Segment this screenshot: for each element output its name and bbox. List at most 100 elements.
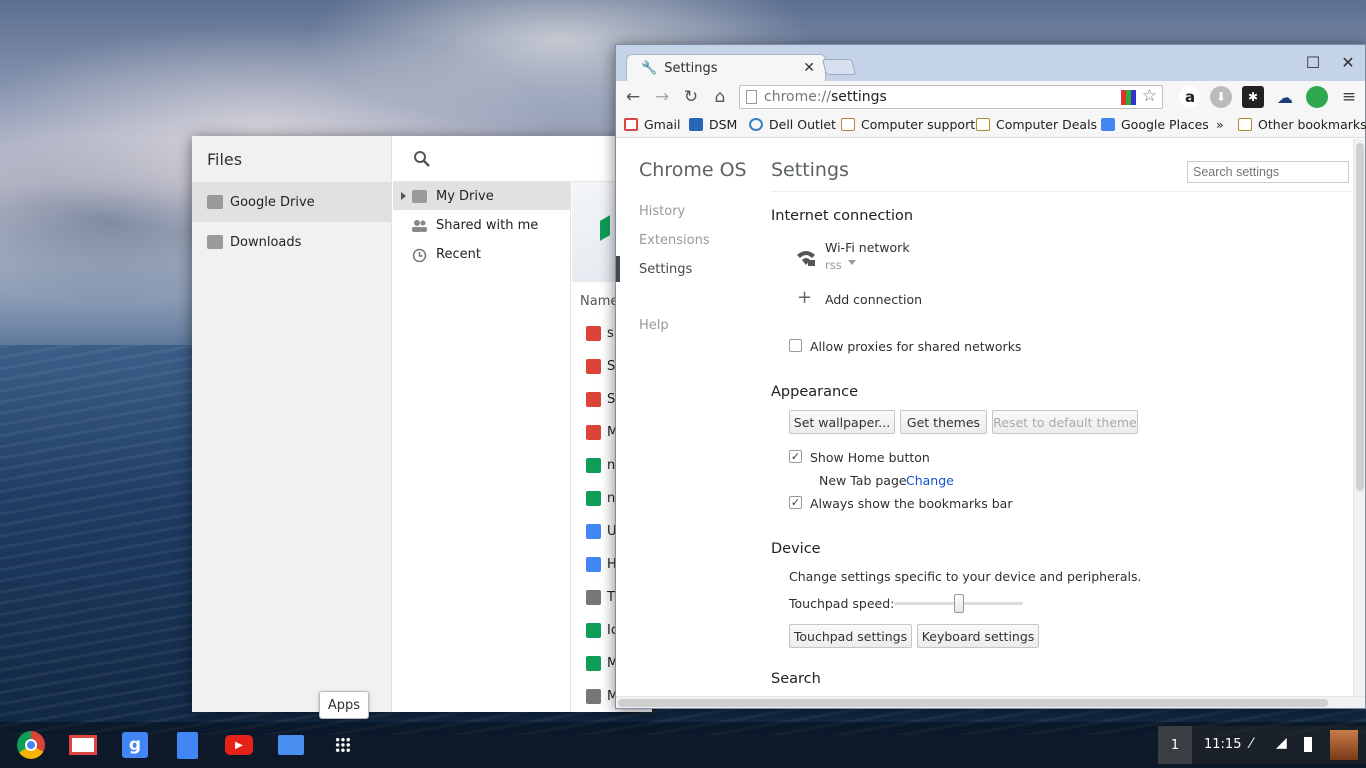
bookmark-gmail[interactable]: Gmail — [624, 117, 680, 132]
toolbar: ← → ↻ ⌂ chrome://settings ☆ a ⬇ ✱ ☁ ≡ — [616, 81, 1365, 113]
download-folder-icon — [207, 235, 223, 249]
extension-grey-icon[interactable]: ⬇ — [1210, 86, 1232, 108]
omnibox[interactable]: chrome://settings ☆ — [739, 85, 1163, 109]
tab-settings[interactable]: 🔧 Settings ✕ — [626, 54, 826, 81]
bookmark-label: Gmail — [644, 117, 681, 132]
bookmark-google-places[interactable]: Google Places — [1101, 117, 1209, 132]
avatar[interactable] — [1330, 730, 1358, 760]
extension-color-icon[interactable] — [1121, 90, 1136, 105]
file-name: T — [607, 590, 615, 605]
evernote-icon[interactable] — [1306, 86, 1328, 108]
change-link[interactable]: Change — [906, 473, 954, 488]
nav-label: Downloads — [230, 234, 302, 250]
wifi-icon: ◢ — [1276, 735, 1287, 751]
google-search-icon[interactable]: g — [120, 731, 150, 759]
add-connection-link[interactable]: Add connection — [825, 292, 922, 307]
side-nav-history[interactable]: History — [639, 204, 685, 219]
column-header-name[interactable]: Name — [580, 294, 618, 309]
directory-tree: My Drive Shared with me Recent — [393, 182, 571, 712]
star-icon[interactable]: ☆ — [1142, 86, 1157, 106]
always-bookmarks-checkbox[interactable]: ✓ — [789, 496, 802, 509]
side-nav-extensions[interactable]: Extensions — [639, 233, 710, 248]
tab-close-icon[interactable]: ✕ — [803, 60, 815, 76]
bookmark-label: DSM — [709, 117, 738, 132]
image-file-icon — [586, 326, 601, 341]
expand-arrow-icon[interactable] — [401, 192, 406, 200]
chevron-down-icon[interactable] — [848, 260, 856, 265]
clock-time[interactable]: 11:15 — [1204, 737, 1241, 752]
tree-item-my-drive[interactable]: My Drive — [393, 182, 571, 210]
file-name: n — [607, 458, 616, 473]
slider-thumb[interactable] — [953, 594, 964, 613]
youtube-icon[interactable]: ▶ — [224, 731, 254, 759]
tree-item-recent[interactable]: Recent — [393, 240, 571, 268]
get-themes-button[interactable]: Get themes — [900, 410, 987, 434]
sheet-file-icon — [586, 656, 601, 671]
apps-tooltip: Apps — [319, 691, 369, 719]
tab-strip: 🔧 Settings ✕ ☐ ✕ — [616, 45, 1365, 81]
allow-proxies-checkbox[interactable] — [789, 339, 802, 352]
nav-google-drive[interactable]: Google Drive — [192, 182, 392, 222]
apps-launcher-icon[interactable] — [328, 731, 358, 759]
bookmarks-overflow-button[interactable]: » — [1216, 117, 1224, 132]
gmail-icon[interactable] — [68, 731, 98, 759]
files-search-bar[interactable] — [393, 136, 652, 182]
reload-icon[interactable]: ↻ — [679, 85, 703, 109]
tree-item-shared[interactable]: Shared with me — [393, 211, 571, 239]
settings-sidebar: Chrome OS History Extensions Settings He… — [616, 139, 756, 696]
maximize-button[interactable]: ☐ — [1302, 53, 1324, 73]
status-tray[interactable]: 1 11:15 ⁄ ◢ — [1158, 726, 1366, 764]
asterisk-extension-icon[interactable]: ✱ — [1242, 86, 1264, 108]
set-wallpaper-button[interactable]: Set wallpaper... — [789, 410, 895, 434]
bookmark-computer-support[interactable]: Computer support — [841, 117, 975, 132]
files-icon[interactable] — [276, 731, 306, 759]
back-icon[interactable]: ← — [621, 85, 645, 109]
bookmark-dell[interactable]: Dell Outlet — [749, 117, 836, 132]
add-icon[interactable]: + — [797, 287, 812, 308]
notification-count[interactable]: 1 — [1158, 726, 1192, 764]
cloud-icon[interactable]: ☁ — [1274, 86, 1296, 108]
google-icon — [1101, 118, 1115, 131]
touchpad-settings-button[interactable]: Touchpad settings — [789, 624, 912, 648]
search-settings-input[interactable] — [1187, 161, 1349, 183]
side-nav-settings[interactable]: Settings — [639, 262, 692, 277]
folder-file-icon — [586, 689, 601, 704]
bookmark-other[interactable]: Other bookmarks — [1238, 117, 1366, 132]
show-home-checkbox[interactable]: ✓ — [789, 450, 802, 463]
side-nav-help[interactable]: Help — [639, 318, 669, 333]
network-name[interactable]: Wi-Fi network — [825, 240, 910, 255]
allow-proxies-label: Allow proxies for shared networks — [810, 339, 1022, 354]
search-icon[interactable] — [413, 150, 431, 168]
bookmark-dsm[interactable]: DSM — [689, 117, 737, 132]
always-bookmarks-label: Always show the bookmarks bar — [810, 496, 1013, 511]
forward-icon[interactable]: → — [650, 85, 674, 109]
bookmark-computer-deals[interactable]: Computer Deals — [976, 117, 1097, 132]
bookmarks-bar: Gmail DSM Dell Outlet Computer support C… — [616, 113, 1366, 138]
show-home-label: Show Home button — [810, 450, 930, 465]
keyboard-settings-button[interactable]: Keyboard settings — [917, 624, 1039, 648]
new-tab-button[interactable] — [821, 59, 857, 75]
bookmark-label: Computer support — [861, 117, 976, 132]
reset-theme-button[interactable]: Reset to default theme — [992, 410, 1138, 434]
chrome-icon[interactable] — [16, 731, 46, 759]
settings-page: Chrome OS History Extensions Settings He… — [616, 139, 1352, 696]
menu-icon[interactable]: ≡ — [1338, 86, 1360, 108]
vertical-scrollbar[interactable] — [1353, 139, 1365, 696]
touchpad-speed-slider[interactable] — [894, 594, 1023, 613]
image-file-icon — [586, 392, 601, 407]
chrome-window: 🔧 Settings ✕ ☐ ✕ ← → ↻ ⌂ chrome://settin… — [615, 44, 1366, 709]
page-title: Settings — [771, 159, 849, 181]
folder-file-icon — [586, 590, 601, 605]
docs-icon[interactable] — [172, 731, 202, 759]
url-scheme: chrome:// — [764, 89, 831, 105]
horizontal-scrollbar[interactable] — [616, 696, 1365, 708]
amazon-icon[interactable]: a — [1179, 86, 1201, 108]
nav-downloads[interactable]: Downloads — [192, 222, 392, 262]
home-icon[interactable]: ⌂ — [708, 85, 732, 109]
bookmark-label: Google Places — [1121, 117, 1209, 132]
scrollbar-thumb[interactable] — [1356, 143, 1364, 491]
scrollbar-thumb[interactable] — [618, 699, 1328, 707]
close-window-button[interactable]: ✕ — [1337, 53, 1359, 73]
tree-label: Recent — [436, 246, 481, 262]
network-ssid[interactable]: rss — [825, 258, 842, 272]
